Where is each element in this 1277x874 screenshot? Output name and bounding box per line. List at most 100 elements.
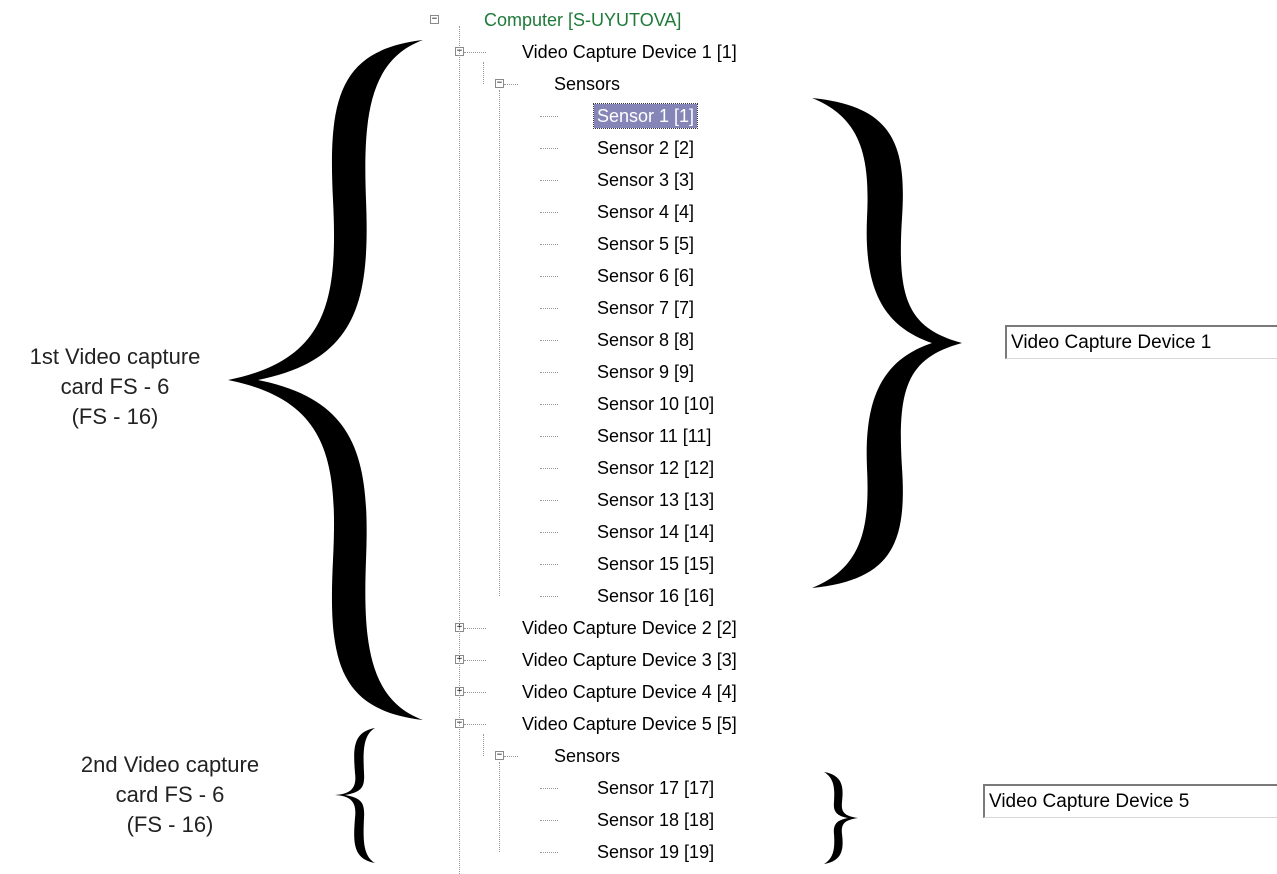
- tree-device-1[interactable]: Video Capture Device 1 [1]: [519, 40, 740, 64]
- tree-sensor-item[interactable]: Sensor 12 [12]: [594, 456, 717, 480]
- capture-board-icon: [487, 713, 509, 735]
- root-expander[interactable]: −: [430, 15, 439, 24]
- tree-connector: [540, 276, 558, 277]
- sensor-signal-icon: [558, 297, 580, 319]
- sensor-signal-icon: [558, 361, 580, 383]
- tree-connector: [540, 340, 558, 341]
- sensor-signal-icon: [558, 169, 580, 191]
- tree-connector: [499, 762, 500, 852]
- sensor-signal-icon: [558, 201, 580, 223]
- tree-sensor-item[interactable]: Sensor 3 [3]: [594, 168, 697, 192]
- sensor-signal-icon: [558, 457, 580, 479]
- tree-sensor-item[interactable]: Sensor 13 [13]: [594, 488, 717, 512]
- tree-connector: [540, 308, 558, 309]
- sensors-folder-expander[interactable]: −: [495, 79, 504, 88]
- sensor-signal-icon: [558, 425, 580, 447]
- card2-line-1: 2nd Video capture: [80, 752, 260, 777]
- sensor-signal-icon: [558, 137, 580, 159]
- tree-sensor-item[interactable]: Sensor 16 [16]: [594, 584, 717, 608]
- tree-sensor-item[interactable]: Sensor 19 [19]: [594, 840, 717, 864]
- sensor-signal-icon: [558, 553, 580, 575]
- sensor-signal-icon: [558, 777, 580, 799]
- tree-device-2[interactable]: Video Capture Device 2 [2]: [519, 616, 740, 640]
- tree-connector: [540, 180, 558, 181]
- capture-board-icon: [487, 649, 509, 671]
- tree-connector: [540, 372, 558, 373]
- tree-connector: [540, 468, 558, 469]
- capture-board-icon: [487, 41, 509, 63]
- tree-device-3[interactable]: Video Capture Device 3 [3]: [519, 648, 740, 672]
- tree-sensor-item[interactable]: Sensor 17 [17]: [594, 776, 717, 800]
- tree-connector: [464, 52, 486, 53]
- tree-connector: [540, 788, 558, 789]
- tree-connector: [540, 404, 558, 405]
- tree-connector: [540, 116, 558, 117]
- sensor-signal-icon: [558, 105, 580, 127]
- tree-connector: [483, 62, 484, 84]
- device5-right-brace: [824, 772, 858, 864]
- sensor-signal-icon: [558, 489, 580, 511]
- tree-connector: [540, 148, 558, 149]
- tree-sensor-item[interactable]: Sensor 5 [5]: [594, 232, 697, 256]
- tree-sensor-item[interactable]: Sensor 18 [18]: [594, 808, 717, 832]
- tree-sensor-item[interactable]: Sensor 10 [10]: [594, 392, 717, 416]
- sensor-signal-icon: [558, 521, 580, 543]
- tree-sensor-item[interactable]: Sensor 15 [15]: [594, 552, 717, 576]
- capture-board-icon: [487, 617, 509, 639]
- tree-device-5[interactable]: Video Capture Device 5 [5]: [519, 712, 740, 736]
- tree-connector: [540, 500, 558, 501]
- tree-sensor-item[interactable]: Sensor 1 [1]: [592, 103, 699, 129]
- tree-sensor-item[interactable]: Sensor 2 [2]: [594, 136, 697, 160]
- sensor-signal-icon: [558, 265, 580, 287]
- tree-connector: [459, 26, 460, 874]
- device5-name-field[interactable]: Video Capture Device 5: [983, 784, 1277, 818]
- tree-sensors-folder[interactable]: Sensors: [551, 744, 623, 768]
- device1-name-field[interactable]: Video Capture Device 1: [1005, 325, 1277, 359]
- card1-left-brace: [228, 40, 423, 720]
- sensor-signal-icon: [558, 393, 580, 415]
- card1-line-2: card FS - 6: [60, 374, 170, 399]
- tree-connector: [464, 692, 486, 693]
- tree-sensor-item[interactable]: Sensor 7 [7]: [594, 296, 697, 320]
- tree-root-computer[interactable]: Computer [S-UYUTOVA]: [481, 8, 684, 32]
- capture-board-icon: [487, 681, 509, 703]
- tree-connector: [504, 756, 518, 757]
- sensor-signal-icon: [558, 809, 580, 831]
- sensor-signal-icon: [558, 841, 580, 863]
- tree-sensor-item[interactable]: Sensor 4 [4]: [594, 200, 697, 224]
- card1-line-1: 1st Video capture: [29, 344, 201, 369]
- tree-sensors-folder[interactable]: Sensors: [551, 72, 623, 96]
- sensors-folder-expander[interactable]: −: [495, 751, 504, 760]
- tree-sensor-item[interactable]: Sensor 9 [9]: [594, 360, 697, 384]
- tree-device-4[interactable]: Video Capture Device 4 [4]: [519, 680, 740, 704]
- tree-connector: [540, 244, 558, 245]
- tree-connector: [464, 724, 486, 725]
- tree-connector: [540, 212, 558, 213]
- tree-connector: [464, 628, 486, 629]
- tree-connector: [540, 436, 558, 437]
- sensor-signal-icon: [558, 233, 580, 255]
- tree-sensor-item[interactable]: Sensor 6 [6]: [594, 264, 697, 288]
- card2-line-3: (FS - 16): [126, 812, 214, 837]
- tree-sensor-item[interactable]: Sensor 8 [8]: [594, 328, 697, 352]
- tree-connector: [464, 660, 486, 661]
- tree-connector: [540, 564, 558, 565]
- sensor-signal-icon: [558, 585, 580, 607]
- tree-sensor-item[interactable]: Sensor 14 [14]: [594, 520, 717, 544]
- tree-connector: [483, 734, 484, 756]
- device-tree: − Computer [S-UYUTOVA] − Video Capture Devi…: [0, 0, 1277, 874]
- tree-sensor-item[interactable]: Sensor 11 [11]: [594, 424, 714, 448]
- tree-connector: [504, 84, 518, 85]
- tree-connector: [540, 532, 558, 533]
- device1-right-brace: [812, 98, 962, 588]
- sensor-signal-icon: [558, 329, 580, 351]
- card2-line-2: card FS - 6: [115, 782, 225, 807]
- sensor-signal-icon: [517, 73, 539, 95]
- sensor-signal-icon: [517, 745, 539, 767]
- card1-line-3: (FS - 16): [71, 404, 159, 429]
- tree-connector: [540, 852, 558, 853]
- tree-connector: [540, 820, 558, 821]
- card2-left-brace: [335, 728, 375, 863]
- tree-connector: [499, 90, 500, 596]
- card2-annotation: 2nd Video capture card FS - 6 (FS - 16): [55, 750, 285, 840]
